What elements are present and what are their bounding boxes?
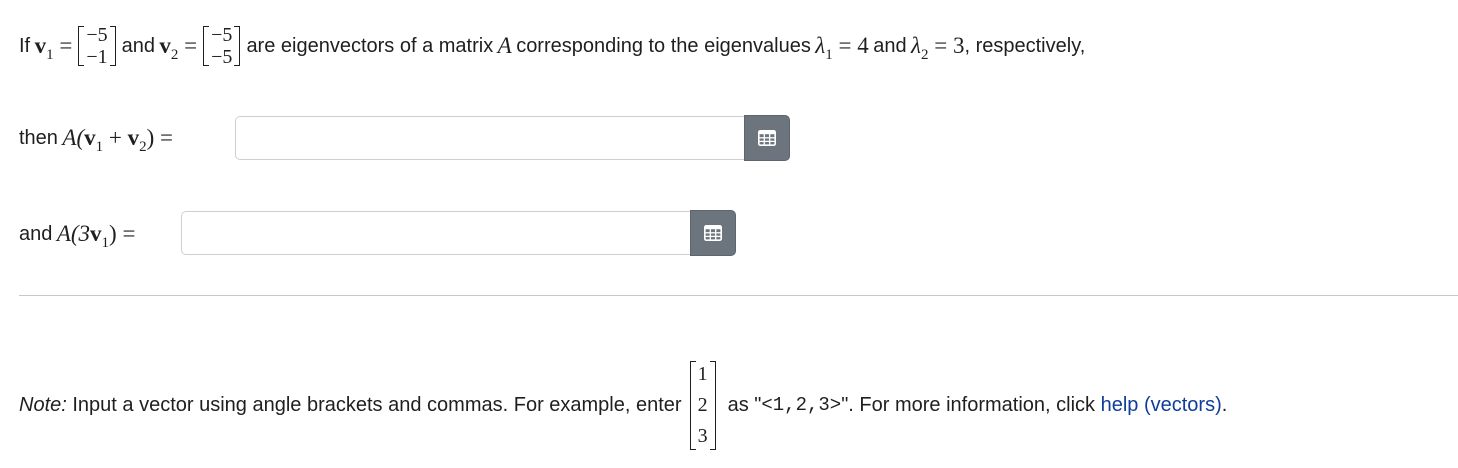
matrix-grid-icon [704,225,722,241]
v2-vector: −5 −5 [203,24,241,68]
respectively-text: , respectively, [964,34,1086,57]
v1-symbol: v [34,33,47,58]
part2-prompt: and A(3v1) = [19,221,136,251]
v1-entry-2: −1 [86,46,108,68]
v2-entry-2: −5 [211,46,233,68]
matrix-a-symbol: A [497,33,512,58]
answer-2-group [181,210,736,257]
lambda2-value: 3 [952,33,965,58]
note-line: Note: Input a vector using angle bracket… [19,353,1227,457]
v2-entry-1: −5 [211,24,233,46]
example-code: <1,2,3> [761,394,842,416]
eigenvalue-text: corresponding to the eigenvalues [516,34,811,57]
if-word: If [19,34,31,57]
answer-1-group [235,115,790,162]
question-statement: If v1 = −5 −1 and v2 = −5 −5 are eigenve… [19,24,1086,68]
answer-1-matrix-button[interactable] [744,115,790,161]
and-word: and [121,34,155,57]
note-text: Input a vector using angle brackets and … [72,393,682,416]
note-label: Note: [19,393,67,416]
v2-symbol: v [159,33,171,58]
matrix-grid-icon [758,130,776,146]
lambda1-value: 4 [857,33,869,58]
answer-1-input[interactable] [235,116,744,160]
answer-2-matrix-button[interactable] [690,210,736,256]
v1-vector: −5 −1 [78,24,116,68]
part1-prompt: then A(v1 + v2) = [19,125,173,155]
example-vector: 1 2 3 [689,359,716,452]
eigenvector-text: are eigenvectors of a matrix [246,34,494,57]
section-divider [19,295,1458,296]
help-vectors-link[interactable]: help (vectors) [1101,394,1222,417]
answer-2-input[interactable] [181,211,690,255]
v1-entry-1: −5 [86,24,108,46]
